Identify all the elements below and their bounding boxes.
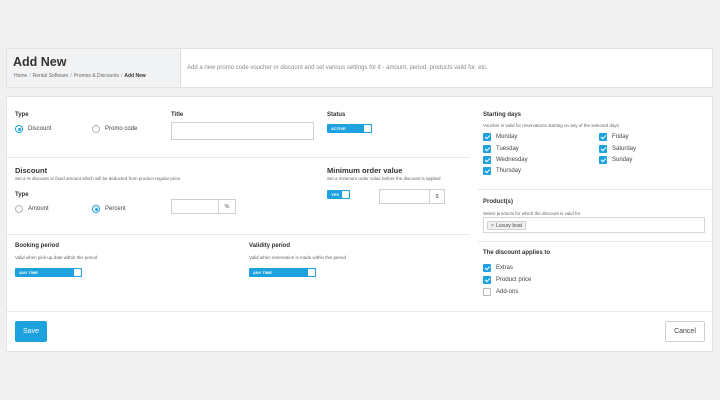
toggle-knob	[342, 191, 349, 198]
products-hint: Select products for which the discount i…	[483, 211, 581, 216]
status-label: Status	[327, 112, 346, 118]
percent-addon: %	[219, 199, 236, 214]
validity-period-label: Validity period	[249, 243, 291, 249]
page-description: Add a new promo code voucher or discount…	[187, 65, 488, 71]
type-option-discount[interactable]: Discount	[15, 125, 51, 133]
discount-hint: Set a % discount or fixed amount which w…	[15, 176, 181, 181]
page-title: Add New	[13, 55, 67, 69]
radio-amount[interactable]	[15, 205, 23, 213]
form-panel: Type Discount Promo code Title Status AC…	[6, 96, 714, 352]
discount-value-input[interactable]	[171, 199, 219, 214]
check-icon[interactable]	[483, 156, 491, 164]
applies-product-price[interactable]: Product price	[483, 276, 531, 284]
check-icon[interactable]	[483, 264, 491, 272]
tag-remove-icon[interactable]: ×	[491, 223, 494, 229]
breadcrumb: Home / Rental Software / Promos & Discounts /…	[14, 73, 146, 79]
day-monday[interactable]: Monday	[483, 133, 517, 141]
toggle-knob	[308, 269, 315, 276]
toggle-knob	[364, 125, 371, 132]
cancel-button[interactable]: Cancel	[665, 321, 705, 342]
type-option-promo-code[interactable]: Promo code	[92, 125, 137, 133]
applies-add-ons[interactable]: Add-ons	[483, 288, 518, 296]
check-icon[interactable]	[483, 276, 491, 284]
products-label: Product(s)	[483, 199, 513, 205]
booking-period-hint: Valid when pick-up date within this peri…	[15, 255, 98, 260]
min-order-toggle[interactable]: YES	[327, 190, 350, 199]
check-icon[interactable]	[599, 156, 607, 164]
discount-type-label: Type	[15, 192, 29, 198]
check-icon[interactable]	[599, 133, 607, 141]
radio-percent[interactable]	[92, 205, 100, 213]
applies-extras[interactable]: Extras	[483, 264, 513, 272]
breadcrumb-current: Add New	[124, 73, 146, 79]
day-sunday[interactable]: Sunday	[599, 156, 632, 164]
toggle-knob	[74, 269, 81, 276]
starting-days-hint: Voucher is valid for reservations starti…	[483, 123, 619, 128]
day-saturday[interactable]: Saturday	[599, 145, 636, 153]
min-order-hint: Set a minimum order value before the dis…	[327, 176, 441, 181]
min-order-input[interactable]	[379, 189, 430, 204]
booking-period-label: Booking period	[15, 243, 59, 249]
page-header: Add New Home / Rental Software / Promos & Di…	[6, 48, 713, 88]
discount-option-percent[interactable]: Percent	[92, 205, 126, 213]
day-wednesday[interactable]: Wednesday	[483, 156, 528, 164]
divider	[478, 189, 714, 190]
day-friday[interactable]: Friday	[599, 133, 629, 141]
breadcrumb-home[interactable]: Home	[14, 73, 27, 79]
starting-days-label: Starting days	[483, 112, 522, 118]
radio-discount[interactable]	[15, 125, 23, 133]
booking-period-toggle[interactable]: ANY TIME	[15, 268, 82, 277]
product-tag: × Luxury boat	[487, 221, 527, 230]
check-icon[interactable]	[483, 133, 491, 141]
discount-label: Discount	[15, 166, 48, 175]
type-label: Type	[15, 112, 29, 118]
products-select[interactable]: × Luxury boat	[483, 217, 705, 233]
min-order-label: Minimum order value	[327, 166, 403, 175]
divider	[7, 157, 470, 158]
check-icon[interactable]	[483, 167, 491, 175]
save-button[interactable]: Save	[15, 321, 47, 342]
applies-to-label: The discount applies to	[483, 250, 551, 256]
title-label: Title	[171, 112, 184, 118]
discount-option-amount[interactable]: Amount	[15, 205, 49, 213]
breadcrumb-promos-discounts[interactable]: Promos & Discounts	[74, 73, 119, 79]
day-tuesday[interactable]: Tuesday	[483, 145, 519, 153]
divider	[7, 311, 714, 312]
divider	[478, 241, 714, 242]
divider	[7, 234, 470, 235]
validity-period-hint: Valid when reservation is made within th…	[249, 255, 346, 260]
breadcrumb-rental-software[interactable]: Rental Software	[33, 73, 69, 79]
check-icon[interactable]	[483, 145, 491, 153]
dollar-addon: $	[430, 189, 445, 204]
status-toggle[interactable]: ACTIVE	[327, 124, 372, 133]
validity-period-toggle[interactable]: ANY TIME	[249, 268, 316, 277]
title-input[interactable]	[171, 122, 314, 140]
day-thursday[interactable]: Thursday	[483, 167, 521, 175]
check-icon[interactable]	[599, 145, 607, 153]
checkbox-icon[interactable]	[483, 288, 491, 296]
radio-promo-code[interactable]	[92, 125, 100, 133]
header-title-block: Add New Home / Rental Software / Promos & Di…	[7, 49, 181, 87]
